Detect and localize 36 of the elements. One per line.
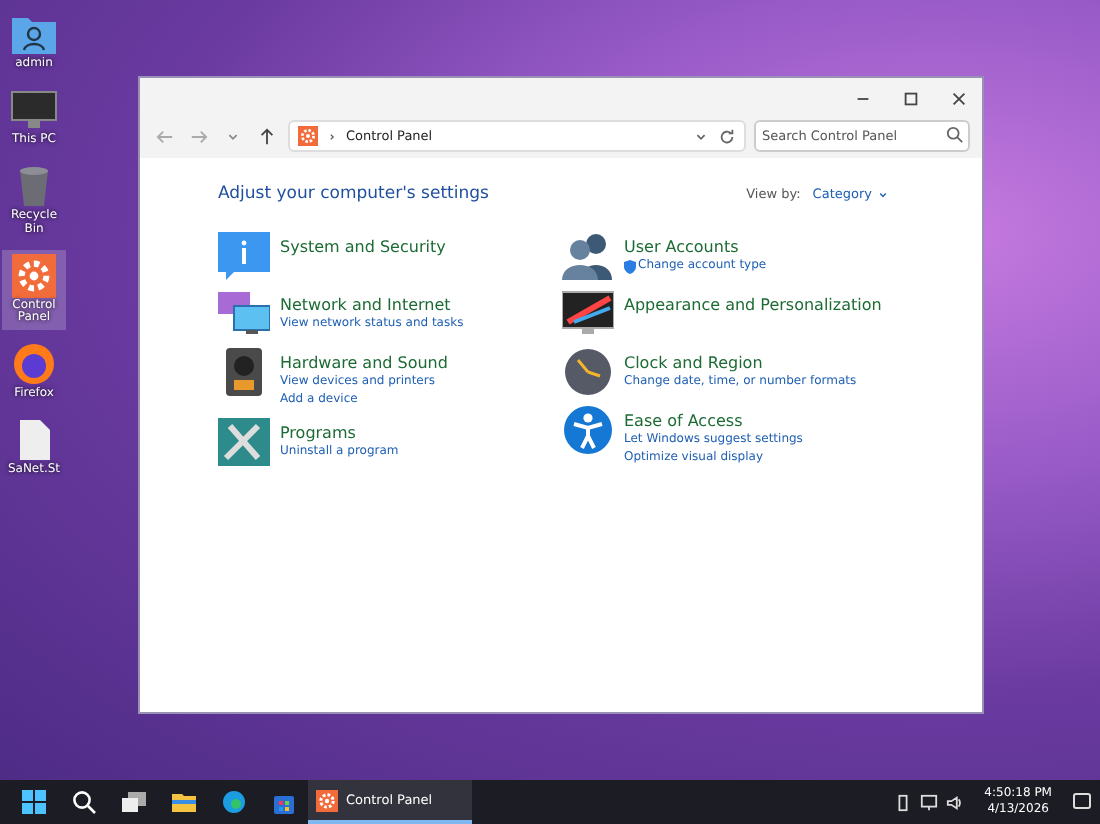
back-arrow-icon bbox=[156, 127, 174, 145]
store-icon bbox=[271, 790, 295, 814]
category-link[interactable]: Appearance and Personalization bbox=[624, 294, 882, 316]
control-panel-icon bbox=[298, 126, 318, 146]
search-icon bbox=[71, 790, 95, 814]
notification-icon bbox=[1072, 792, 1092, 812]
folder-icon bbox=[171, 790, 195, 814]
users-icon bbox=[562, 232, 614, 280]
maximize-icon bbox=[901, 89, 919, 107]
category-link[interactable]: Clock and Region bbox=[624, 352, 857, 374]
control-panel-icon bbox=[316, 789, 338, 811]
shield-icon bbox=[624, 259, 636, 274]
speaker-icon bbox=[946, 793, 965, 811]
windows-logo-icon bbox=[21, 790, 45, 814]
up-arrow-icon bbox=[258, 127, 276, 145]
user-folder-icon bbox=[10, 12, 58, 56]
search-icon bbox=[946, 126, 964, 144]
monitor-icon bbox=[10, 87, 58, 132]
category-link[interactable]: System and Security bbox=[280, 236, 446, 258]
category-link[interactable]: Programs bbox=[280, 422, 399, 444]
monitor-art-icon bbox=[562, 290, 614, 338]
category-link[interactable]: Hardware and Sound bbox=[280, 352, 448, 374]
control-panel-icon bbox=[12, 253, 56, 298]
close-icon bbox=[949, 89, 967, 107]
forward-arrow-icon bbox=[190, 127, 208, 145]
info-flag-icon bbox=[218, 232, 270, 280]
tools-icon bbox=[218, 418, 270, 466]
refresh-icon bbox=[718, 127, 736, 145]
category-link[interactable]: Network and Internet bbox=[280, 294, 464, 316]
monitors-icon bbox=[218, 290, 270, 338]
page-heading: Adjust your computer's settings bbox=[218, 184, 489, 204]
accessibility-icon bbox=[562, 406, 614, 454]
clock-icon bbox=[562, 348, 614, 396]
category-link[interactable]: User Accounts bbox=[624, 236, 767, 258]
task-view-icon bbox=[121, 790, 145, 814]
category-link[interactable]: Ease of Access bbox=[624, 410, 803, 432]
